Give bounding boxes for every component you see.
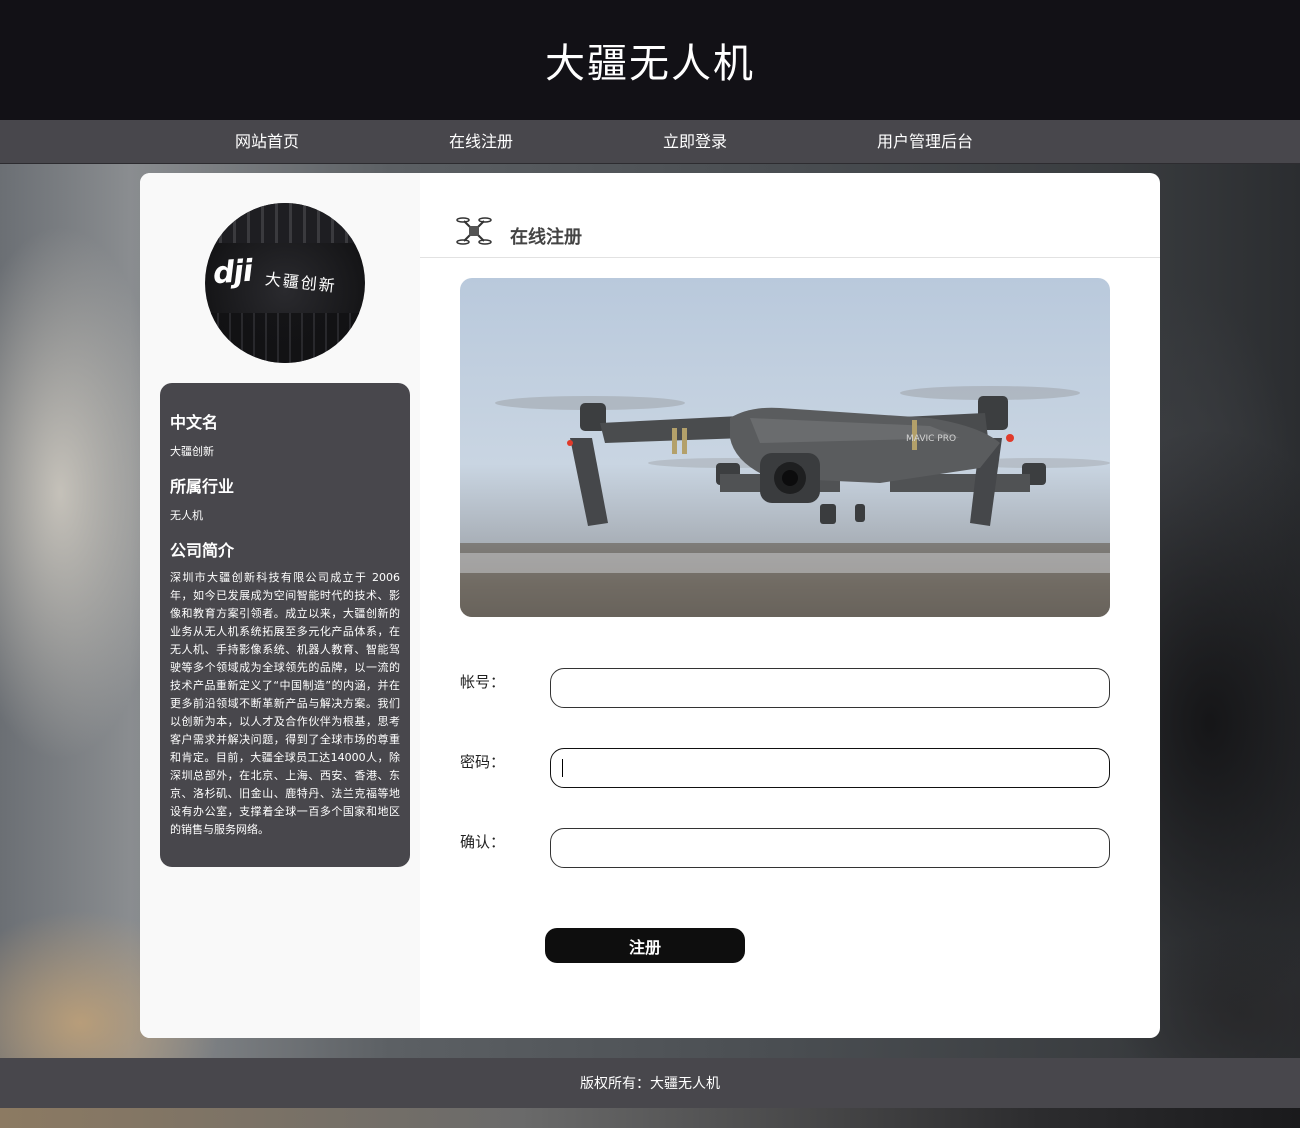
drone-banner-image: MAVIC PRO — [460, 278, 1110, 617]
footer: 版权所有：大疆无人机 — [0, 1058, 1300, 1108]
company-info-panel: 中文名 大疆创新 所属行业 无人机 公司简介 深圳市大疆创新科技有限公司成立于 … — [160, 383, 410, 867]
register-button[interactable]: 注册 — [545, 928, 745, 963]
info-heading-name: 中文名 — [170, 413, 219, 432]
account-input[interactable] — [550, 668, 1110, 708]
company-avatar: dji 大疆创新 — [205, 203, 365, 363]
info-heading-industry: 所属行业 — [170, 477, 235, 496]
text-caret — [562, 759, 563, 777]
password-input[interactable] — [550, 748, 1110, 788]
nav-admin[interactable]: 用户管理后台 — [877, 120, 973, 163]
nav-home[interactable]: 网站首页 — [235, 120, 299, 163]
register-panel: 在线注册 MAVIC PRO 帐号： 密码： 确认： 注册 — [420, 183, 1160, 1028]
info-value-industry: 无人机 — [170, 509, 203, 522]
nav-bar: 网站首页 在线注册 立即登录 用户管理后台 — [0, 120, 1300, 164]
password-label: 密码： — [460, 753, 506, 771]
nav-login[interactable]: 立即登录 — [663, 120, 727, 163]
drone-brand-text: MAVIC PRO — [906, 434, 956, 444]
drone-icon — [456, 217, 492, 245]
confirm-password-input[interactable] — [550, 828, 1110, 868]
content-card: dji 大疆创新 中文名 大疆创新 所属行业 无人机 公司简介 深圳市大疆创新科… — [140, 173, 1160, 1038]
site-title: 大疆无人机 — [545, 41, 755, 87]
info-value-name: 大疆创新 — [170, 445, 214, 458]
dji-logo-cn: 大疆创新 — [264, 269, 338, 296]
nav-register[interactable]: 在线注册 — [449, 120, 513, 163]
sidebar: dji 大疆创新 中文名 大疆创新 所属行业 无人机 公司简介 深圳市大疆创新科… — [140, 173, 420, 1038]
account-label: 帐号： — [460, 673, 506, 691]
confirm-label: 确认： — [460, 833, 506, 851]
drone-illustration: MAVIC PRO — [460, 386, 1110, 617]
info-heading-intro: 公司简介 — [170, 541, 235, 560]
footer-background-strip — [0, 1108, 1300, 1128]
section-title: 在线注册 — [510, 227, 582, 248]
section-header: 在线注册 — [420, 183, 1160, 258]
password-field-wrap — [550, 748, 1110, 788]
dji-logo: dji — [211, 253, 254, 292]
header: 大疆无人机 — [0, 0, 1300, 120]
info-value-intro: 深圳市大疆创新科技有限公司成立于 2006 年，如今已发展成为空间智能时代的技术… — [170, 571, 400, 836]
copyright-text: 版权所有：大疆无人机 — [580, 1076, 720, 1092]
